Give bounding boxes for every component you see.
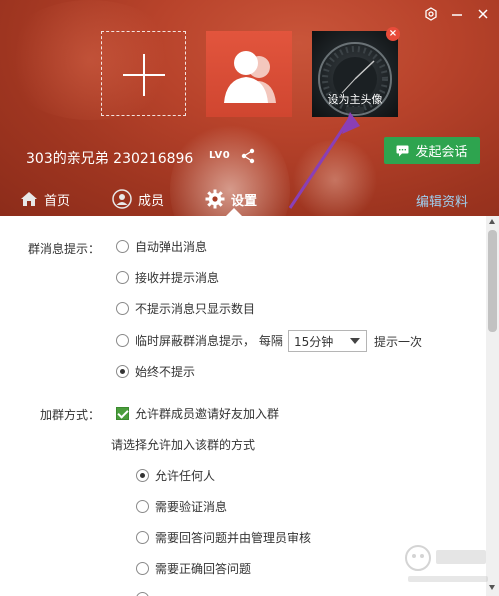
scroll-thumb[interactable] (488, 230, 497, 332)
option-label: 需要回答问题并由管理员审核 (155, 530, 312, 545)
option-label: 不提示消息只显示数目 (135, 301, 256, 316)
settings-icon[interactable] (423, 6, 439, 22)
active-tab-indicator (226, 208, 242, 216)
member-icon (112, 189, 132, 209)
option-label: 需要验证消息 (155, 499, 228, 514)
tab-members[interactable]: 成员 (112, 182, 164, 216)
join-option[interactable]: 需要验证消息 (136, 498, 227, 514)
option-label: 需要正确回答问题 (155, 561, 252, 576)
option-label: 允许群成员邀请好友加入群 (135, 406, 280, 421)
message-option[interactable]: 接收并提示消息 (116, 269, 219, 285)
join-method-prompt: 请选择允许加入该群的方式 (111, 438, 256, 452)
remove-avatar-icon[interactable]: × (386, 27, 400, 41)
option-label: 允许任何人 (155, 468, 216, 483)
radio-button[interactable] (116, 364, 129, 378)
option-label: 自动弹出消息 (135, 239, 208, 254)
interval-value: 15分钟 (294, 334, 334, 349)
gear-icon (205, 189, 225, 209)
radio-button[interactable] (136, 561, 149, 575)
start-chat-label: 发起会话 (415, 145, 468, 160)
tab-home[interactable]: 首页 (20, 182, 70, 216)
tab-members-label: 成员 (138, 193, 165, 209)
message-option[interactable]: 临时屏蔽群消息提示， 每隔 (116, 332, 283, 348)
allow-invite-option[interactable]: 允许群成员邀请好友加入群 (116, 405, 279, 421)
scroll-up-icon[interactable] (489, 219, 495, 224)
option-label: 接收并提示消息 (135, 270, 220, 285)
window-controls (423, 6, 491, 22)
group-header: 设为主头像 × 303的亲兄弟 230216896 LV0 发起会话 首页 成员… (0, 0, 499, 216)
message-option[interactable]: 始终不提示 (116, 363, 195, 379)
edit-profile-link[interactable]: 编辑资料 (416, 191, 468, 210)
join-option[interactable]: 需要正确回答问题 (136, 560, 251, 576)
radio-button[interactable] (136, 591, 149, 596)
home-icon (21, 192, 37, 206)
radio-button[interactable] (136, 499, 149, 513)
radio-button[interactable] (136, 530, 149, 544)
close-icon[interactable] (475, 6, 491, 22)
start-chat-button[interactable]: 发起会话 (384, 137, 480, 164)
radio-button[interactable] (116, 333, 129, 347)
message-option[interactable]: 自动弹出消息 (116, 238, 207, 254)
option-label: 临时屏蔽群消息提示， 每隔 (135, 333, 283, 348)
chevron-down-icon (350, 338, 360, 344)
minimize-icon[interactable] (449, 6, 465, 22)
share-icon[interactable] (240, 148, 256, 167)
message-section-label: 群消息提示： (28, 242, 101, 256)
radio-button[interactable] (116, 270, 129, 284)
tab-settings-label: 设置 (231, 193, 258, 209)
join-section-label: 加群方式： (40, 408, 101, 422)
join-option-partial[interactable] (136, 590, 149, 596)
message-option[interactable]: 不提示消息只显示数目 (116, 300, 255, 316)
add-avatar-button[interactable] (101, 31, 186, 116)
interval-suffix: 提示一次 (374, 335, 423, 349)
interval-select[interactable]: 15分钟 (288, 330, 367, 352)
watermark-logo (405, 545, 488, 582)
radio-button[interactable] (136, 468, 149, 482)
checkbox[interactable] (116, 406, 129, 420)
option-label: 始终不提示 (135, 364, 196, 379)
tab-home-label: 首页 (44, 193, 71, 209)
level-badge: LV0 (209, 150, 231, 161)
group-name: 303的亲兄弟 230216896 (26, 151, 194, 167)
radio-button[interactable] (116, 239, 129, 253)
join-option[interactable]: 需要回答问题并由管理员审核 (136, 529, 311, 545)
radio-button[interactable] (116, 301, 129, 315)
join-option[interactable]: 允许任何人 (136, 467, 215, 483)
chat-bubble-icon (396, 145, 409, 156)
